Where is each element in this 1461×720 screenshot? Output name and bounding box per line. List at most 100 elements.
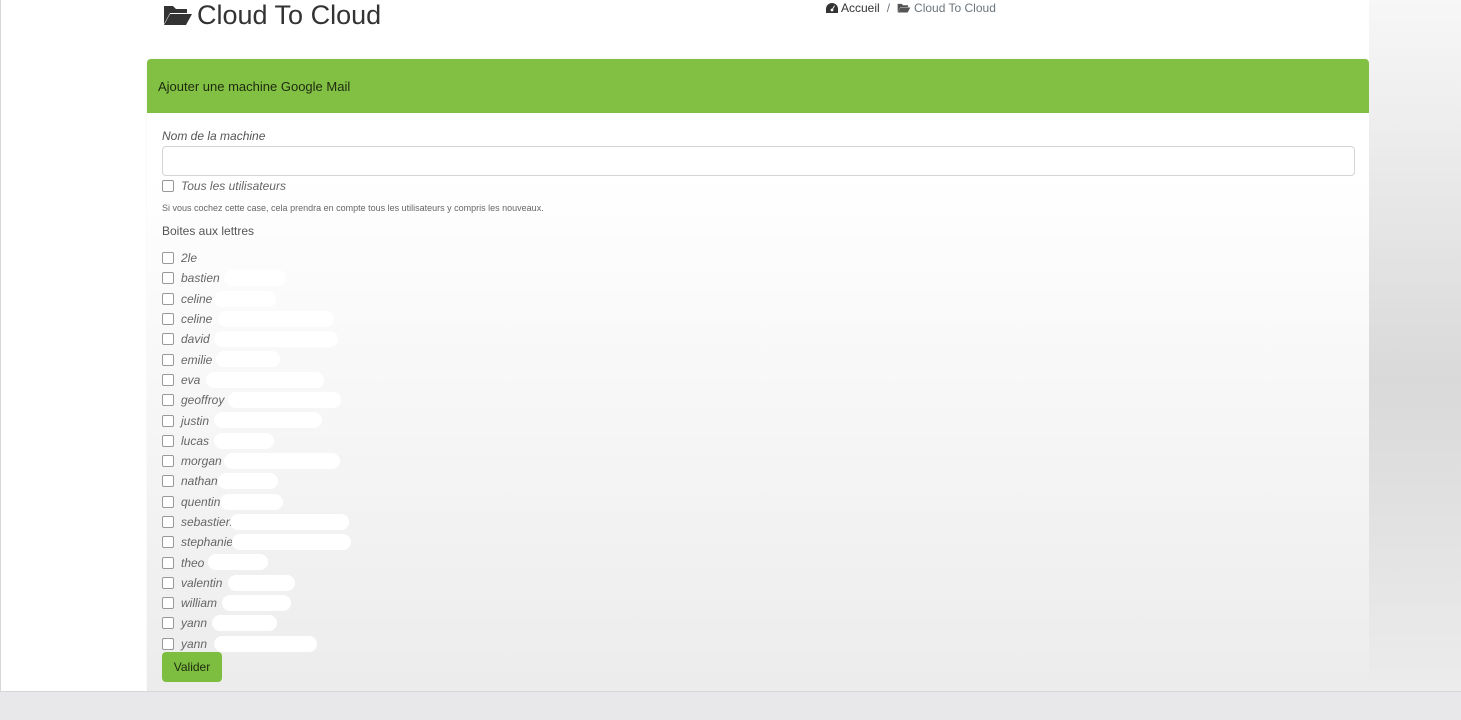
mailbox-item[interactable]: emilie	[162, 349, 462, 369]
mailbox-item[interactable]: celine	[162, 289, 462, 309]
folder-open-icon	[164, 6, 192, 25]
mailbox-checkbox[interactable]	[162, 516, 174, 528]
mailbox-checkbox[interactable]	[162, 373, 174, 386]
mailbox-label: yann	[181, 616, 208, 631]
dashboard-icon	[826, 3, 838, 13]
breadcrumb-current-label: Cloud To Cloud	[914, 1, 996, 15]
mailbox-label: theo	[181, 555, 205, 570]
mailbox-label: stephanie	[181, 535, 234, 550]
mailbox-label: eva	[181, 372, 201, 387]
mailbox-checkbox[interactable]	[162, 394, 174, 407]
redaction-mark	[228, 392, 341, 409]
mailbox-checkbox[interactable]	[162, 597, 174, 610]
mailbox-label: celine	[181, 312, 213, 327]
mailbox-item[interactable]: yann	[162, 613, 462, 633]
redaction-mark	[228, 574, 295, 591]
machine-name-input[interactable]	[162, 146, 1355, 176]
mailbox-checkbox[interactable]	[162, 617, 174, 630]
mailbox-checkbox[interactable]	[162, 576, 174, 589]
machine-name-label: Nom de la machine	[162, 129, 266, 143]
mailbox-checkbox[interactable]	[162, 292, 174, 305]
redaction-mark	[208, 554, 268, 571]
mailbox-item[interactable]: quentin	[162, 492, 462, 512]
page-title-text: Cloud To Cloud	[197, 0, 382, 30]
mailbox-item[interactable]: david	[162, 329, 462, 349]
redaction-mark	[214, 432, 274, 449]
all-users-row[interactable]: Tous les utilisateurs	[162, 178, 286, 194]
page-title: Cloud To Cloud	[163, 0, 381, 32]
mailbox-checkbox[interactable]	[162, 637, 174, 650]
mailbox-item[interactable]: sebastien	[162, 512, 462, 532]
card-header: Ajouter une machine Google Mail	[147, 59, 1369, 113]
mailbox-list: 2le bastien celine celine david emilie e…	[162, 248, 462, 654]
redaction-mark	[214, 635, 317, 652]
redaction-mark	[232, 534, 351, 551]
mailbox-label: morgan	[181, 454, 222, 469]
mailbox-checkbox[interactable]	[162, 556, 174, 569]
all-users-help-text: Si vous cochez cette case, cela prendra …	[162, 203, 544, 213]
add-machine-card: Ajouter une machine Google Mail Nom de l…	[147, 59, 1369, 691]
right-gutter	[1369, 0, 1461, 691]
mailbox-item[interactable]: lucas	[162, 431, 462, 451]
mailbox-checkbox[interactable]	[162, 272, 174, 285]
mailboxes-label: Boites aux lettres	[162, 224, 255, 238]
mailbox-item[interactable]: nathan	[162, 471, 462, 491]
redaction-mark	[220, 493, 283, 510]
mailbox-checkbox[interactable]	[162, 536, 174, 549]
mailbox-label: nathan	[181, 474, 218, 489]
mailbox-label: bastien	[181, 271, 220, 286]
mailbox-label: quentin	[181, 494, 221, 509]
mailbox-label: sebastien	[181, 515, 233, 529]
redaction-mark	[218, 473, 278, 490]
mailbox-checkbox[interactable]	[162, 313, 174, 326]
mailbox-checkbox[interactable]	[162, 475, 174, 488]
mailbox-label: celine	[181, 291, 213, 306]
all-users-checkbox[interactable]	[162, 180, 174, 192]
redaction-mark	[230, 513, 349, 530]
mailbox-item[interactable]: william	[162, 593, 462, 613]
mailbox-label: emilie	[181, 352, 213, 367]
breadcrumb-home[interactable]: Accueil	[826, 1, 880, 15]
redaction-mark	[206, 371, 324, 388]
folder-open-icon	[897, 3, 911, 13]
bottom-bar	[0, 691, 1461, 720]
mailbox-checkbox[interactable]	[162, 252, 174, 265]
mailbox-item[interactable]: 2le	[162, 248, 462, 268]
mailbox-label: lucas	[181, 433, 210, 448]
redaction-mark	[222, 595, 291, 612]
mailbox-label: 2le	[181, 251, 198, 266]
mailbox-item[interactable]: celine	[162, 309, 462, 329]
mailbox-checkbox[interactable]	[162, 495, 174, 508]
all-users-label: Tous les utilisateurs	[181, 179, 286, 193]
mailbox-checkbox[interactable]	[162, 414, 174, 427]
submit-button[interactable]: Valider	[162, 652, 222, 682]
redaction-mark	[224, 270, 286, 287]
mailbox-item[interactable]: theo	[162, 552, 462, 572]
mailbox-label: justin	[181, 413, 210, 428]
mailbox-label: geoffroy	[181, 393, 225, 408]
redaction-mark	[218, 310, 334, 327]
redaction-mark	[224, 452, 340, 469]
mailbox-item[interactable]: eva	[162, 370, 462, 390]
mailbox-checkbox[interactable]	[162, 455, 174, 468]
mailbox-item[interactable]: geoffroy	[162, 390, 462, 410]
mailbox-item[interactable]: morgan	[162, 451, 462, 471]
breadcrumb-home-label: Accueil	[841, 1, 880, 15]
mailbox-checkbox[interactable]	[162, 434, 174, 447]
redaction-mark	[212, 615, 277, 632]
mailbox-item[interactable]: stephanie	[162, 532, 462, 552]
mailbox-item[interactable]: bastien	[162, 268, 462, 288]
redaction-mark	[214, 290, 276, 307]
breadcrumb-current: Cloud To Cloud	[897, 1, 996, 15]
mailbox-label: david	[181, 332, 210, 347]
breadcrumb: Accueil / Cloud To Cloud	[826, 0, 996, 16]
mailbox-item[interactable]: valentin	[162, 573, 462, 593]
mailbox-checkbox[interactable]	[162, 353, 174, 366]
mailbox-label: yann	[181, 636, 208, 651]
redaction-mark	[214, 412, 322, 429]
mailbox-item[interactable]: yann	[162, 634, 462, 654]
mailbox-checkbox[interactable]	[162, 333, 174, 346]
redaction-mark	[216, 351, 280, 368]
mailbox-label: william	[181, 596, 217, 611]
mailbox-item[interactable]: justin	[162, 410, 462, 430]
